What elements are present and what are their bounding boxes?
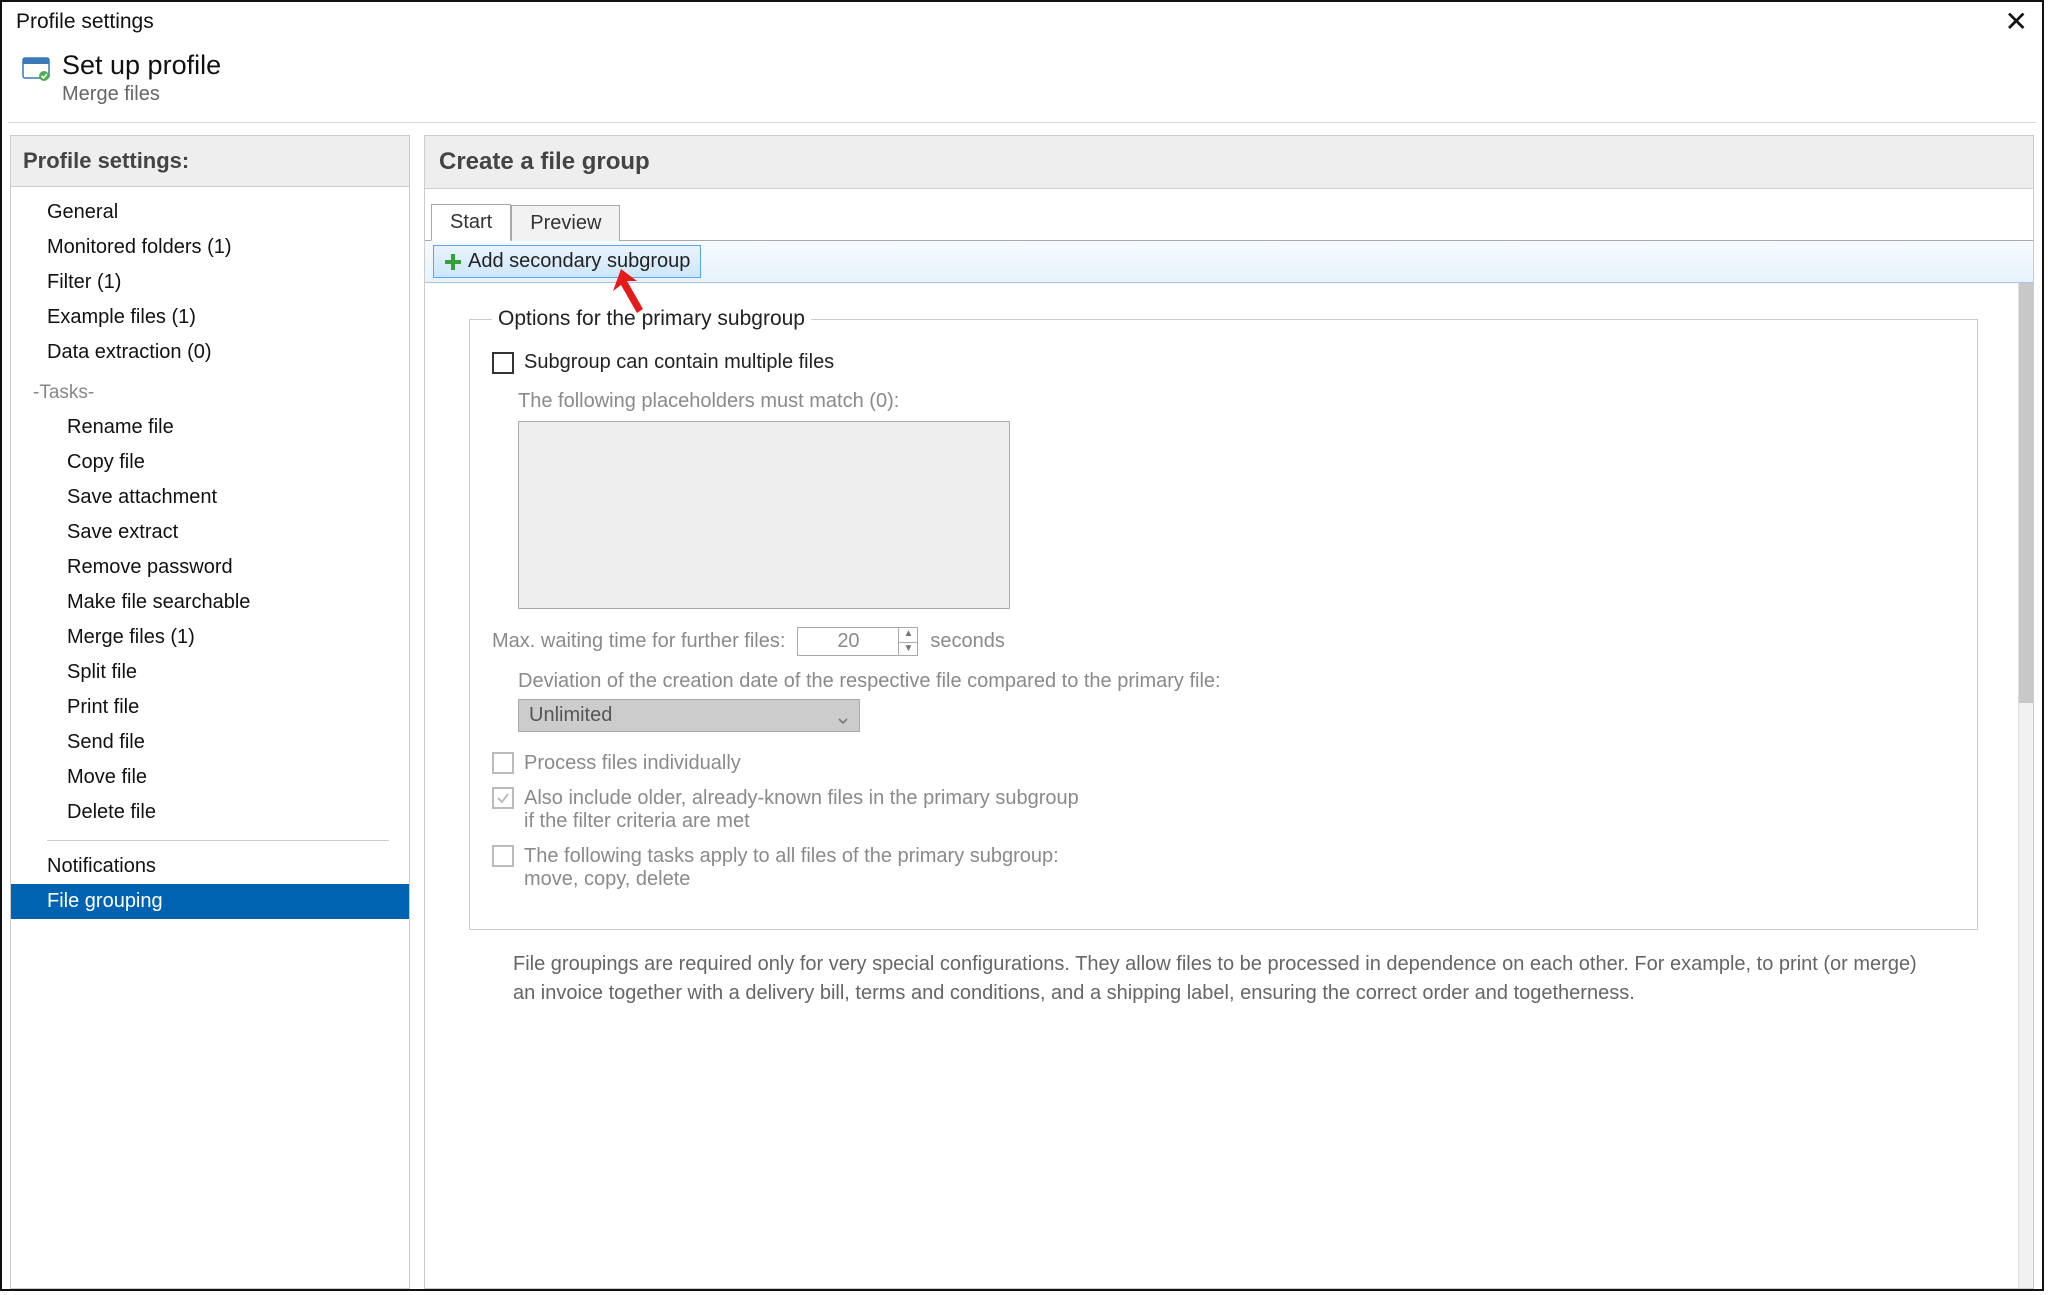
sidebar-item-notifications[interactable]: Notifications [11,849,409,884]
sidebar-item-print-file[interactable]: Print file [11,690,409,725]
sidebar-item-make-searchable[interactable]: Make file searchable [11,585,409,620]
tabs: Start Preview [425,189,2033,241]
placeholders-label: The following placeholders must match (0… [518,390,1955,413]
wait-time-unit: seconds [930,630,1005,653]
checkbox-process-individually[interactable] [492,752,514,774]
toolbar: Add secondary subgroup [425,241,2033,283]
titlebar: Profile settings ✕ [2,2,2042,40]
spinner-down-icon[interactable]: ▼ [899,642,917,656]
primary-subgroup-legend: Options for the primary subgroup [492,307,811,331]
placeholders-listbox[interactable] [518,421,1010,609]
wait-time-spinner[interactable]: 20 ▲ ▼ [797,627,918,656]
deviation-select-value: Unlimited [529,704,612,727]
scrollbar[interactable] [2018,283,2033,1288]
sidebar-item-filter[interactable]: Filter (1) [11,265,409,300]
sidebar-item-general[interactable]: General [11,195,409,230]
main-heading: Create a file group [425,136,2033,189]
window-title: Profile settings [16,10,154,34]
footnote-text: File groupings are required only for ver… [469,930,1978,1008]
page-title: Set up profile [62,50,221,81]
sidebar-item-move-file[interactable]: Move file [11,760,409,795]
add-secondary-subgroup-label: Add secondary subgroup [468,250,690,273]
sidebar-list: General Monitored folders (1) Filter (1)… [11,187,409,919]
sidebar-item-remove-password[interactable]: Remove password [11,550,409,585]
sidebar-heading: Profile settings: [11,136,409,187]
wait-time-value: 20 [798,628,898,655]
sidebar-section-tasks: -Tasks- [11,370,409,410]
sidebar: Profile settings: General Monitored fold… [10,135,410,1289]
sidebar-item-file-grouping[interactable]: File grouping [11,884,409,919]
wait-time-label: Max. waiting time for further files: [492,630,785,653]
checkbox-include-older[interactable] [492,787,514,809]
checkbox-multiple-files[interactable] [492,352,514,374]
content: Options for the primary subgroup Subgrou… [425,283,2018,1288]
tab-preview[interactable]: Preview [511,205,620,241]
sidebar-item-delete-file[interactable]: Delete file [11,795,409,830]
checkbox-include-older-label: Also include older, already-known files … [524,787,1079,833]
plus-icon [444,253,462,271]
sidebar-item-data-extraction[interactable]: Data extraction (0) [11,335,409,370]
deviation-label: Deviation of the creation date of the re… [518,670,1955,693]
checkbox-multiple-files-label: Subgroup can contain multiple files [524,351,834,374]
window: Profile settings ✕ Set up profile Merge … [0,0,2044,1291]
sidebar-item-save-attachment[interactable]: Save attachment [11,480,409,515]
main-panel: Create a file group Start Preview Add se… [424,135,2034,1289]
sidebar-item-example-files[interactable]: Example files (1) [11,300,409,335]
sidebar-item-send-file[interactable]: Send file [11,725,409,760]
header: Set up profile Merge files [2,40,2042,122]
tab-start[interactable]: Start [431,204,511,241]
sidebar-item-merge-files[interactable]: Merge files (1) [11,620,409,655]
page-subtitle: Merge files [62,83,221,106]
sidebar-item-monitored-folders[interactable]: Monitored folders (1) [11,230,409,265]
add-secondary-subgroup-button[interactable]: Add secondary subgroup [433,245,701,278]
sidebar-item-copy-file[interactable]: Copy file [11,445,409,480]
checkbox-tasks-apply[interactable] [492,845,514,867]
checkbox-process-individually-label: Process files individually [524,752,741,775]
scroll-area: Options for the primary subgroup Subgrou… [425,283,2033,1288]
profile-icon [22,54,50,82]
primary-subgroup-group: Options for the primary subgroup Subgrou… [469,307,1978,930]
deviation-select[interactable]: Unlimited [518,699,860,732]
spinner-up-icon[interactable]: ▲ [899,628,917,642]
close-icon[interactable]: ✕ [2005,8,2028,36]
chevron-down-icon [837,710,849,722]
sidebar-item-rename-file[interactable]: Rename file [11,410,409,445]
scrollbar-thumb[interactable] [2019,283,2033,703]
body: Profile settings: General Monitored fold… [2,123,2042,1289]
checkbox-tasks-apply-label: The following tasks apply to all files o… [524,845,1059,891]
sidebar-item-split-file[interactable]: Split file [11,655,409,690]
sidebar-divider [47,840,389,841]
sidebar-item-save-extract[interactable]: Save extract [11,515,409,550]
